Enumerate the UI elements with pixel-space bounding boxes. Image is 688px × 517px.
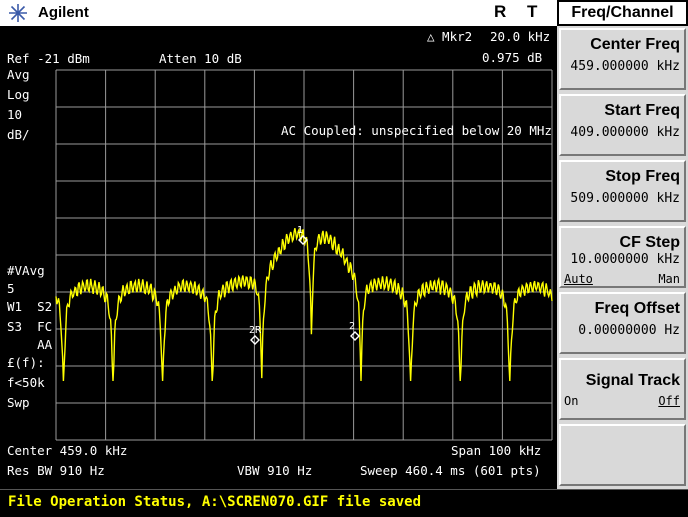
marker-readout-label: △ Mkr2 [427, 29, 473, 44]
annotation-vavg: #VAvg [7, 263, 45, 278]
attenuation: Atten 10 dB [159, 51, 242, 66]
marker-diamond [350, 331, 360, 341]
softkey-option-man: Man [658, 272, 680, 286]
softkey-label: Stop Freq [605, 168, 680, 185]
annotation-unit: dB/ [7, 127, 30, 142]
softkey-value: 10.0000000 kHz [570, 252, 680, 267]
annotation-vavg-count: 5 [7, 281, 15, 296]
marker-label: 2 [349, 321, 355, 332]
softkey-label: Signal Track [585, 372, 680, 389]
marker-readout-amp: 0.975 dB [482, 50, 543, 65]
resolution-bandwidth: Res BW 910 Hz [7, 463, 105, 478]
menu-title: Freq/Channel [557, 0, 688, 26]
softkey-option-auto: Auto [564, 272, 593, 286]
sweep-time: Sweep 460.4 ms (601 pts) [360, 463, 541, 478]
ac-coupled-note: AC Coupled: unspecified below 20 MHz [281, 123, 552, 138]
marker-label: 1 [297, 225, 303, 236]
analyzer-display: 1 2R 2 △ Mkr2 20.0 kHz 0.975 dB Ref -21 dB… [0, 26, 557, 488]
annotation-swp: Swp [7, 395, 30, 410]
annotation-avg: Avg [7, 67, 30, 82]
softkey-start-freq[interactable]: Start Freq 409.000000 kHz [559, 94, 686, 156]
softkey-option-on: On [564, 394, 579, 408]
softkey-label: Start Freq [604, 102, 680, 119]
softkey-freq-offset[interactable]: Freq Offset 0.00000000 Hz [559, 292, 686, 354]
softkey-label: Freq Offset [594, 300, 680, 317]
remote-indicator: R [494, 2, 507, 21]
marker-readout-freq: 20.0 kHz [490, 29, 551, 44]
status-message: File Operation Status, A:\SCREN070.GIF f… [8, 494, 422, 510]
agilent-spark-logo [9, 4, 27, 22]
softkey-label: Center Freq [590, 36, 680, 53]
softkey-panel: Freq/Channel Center Freq 459.000000 kHz … [557, 0, 688, 489]
trigger-indicator: T [527, 2, 538, 21]
softkey-signal-track[interactable]: Signal Track On Off [559, 358, 686, 420]
trace-plot: 1 2R 2 [55, 69, 553, 441]
softkey-cf-step[interactable]: CF Step 10.0000000 kHz Auto Man [559, 226, 686, 288]
annotation-w1s2: W1 S2 [7, 299, 53, 314]
softkey-stop-freq[interactable]: Stop Freq 509.000000 kHz [559, 160, 686, 222]
softkey-option-off: Off [658, 394, 680, 408]
softkey-value: 459.000000 kHz [570, 59, 680, 74]
softkey-center-freq[interactable]: Center Freq 459.000000 kHz [559, 28, 686, 90]
span: Span 100 kHz [451, 443, 542, 458]
brand-name: Agilent [38, 4, 89, 21]
marker-diamond [250, 335, 260, 345]
ref-level: Ref -21 dBm [7, 51, 90, 66]
annotation-scale: 10 [7, 107, 23, 122]
marker-label: 2R [249, 325, 262, 336]
annotation-ftun: £(f): [7, 355, 45, 370]
top-bar: Agilent R T [0, 0, 557, 26]
annotation-f50k: f<50k [7, 375, 45, 390]
softkey-blank[interactable] [559, 424, 686, 486]
softkey-value: 409.000000 kHz [570, 125, 680, 140]
center-frequency: Center 459.0 kHz [7, 443, 128, 458]
softkey-value: 0.00000000 Hz [578, 323, 680, 338]
video-bandwidth: VBW 910 Hz [237, 463, 313, 478]
status-bar: File Operation Status, A:\SCREN070.GIF f… [0, 489, 688, 517]
softkey-value: 509.000000 kHz [570, 191, 680, 206]
annotation-log: Log [7, 87, 30, 102]
annotation-s3fc: S3 FC [7, 319, 53, 334]
annotation-aa: AA [7, 337, 53, 352]
softkey-label: CF Step [619, 234, 680, 251]
